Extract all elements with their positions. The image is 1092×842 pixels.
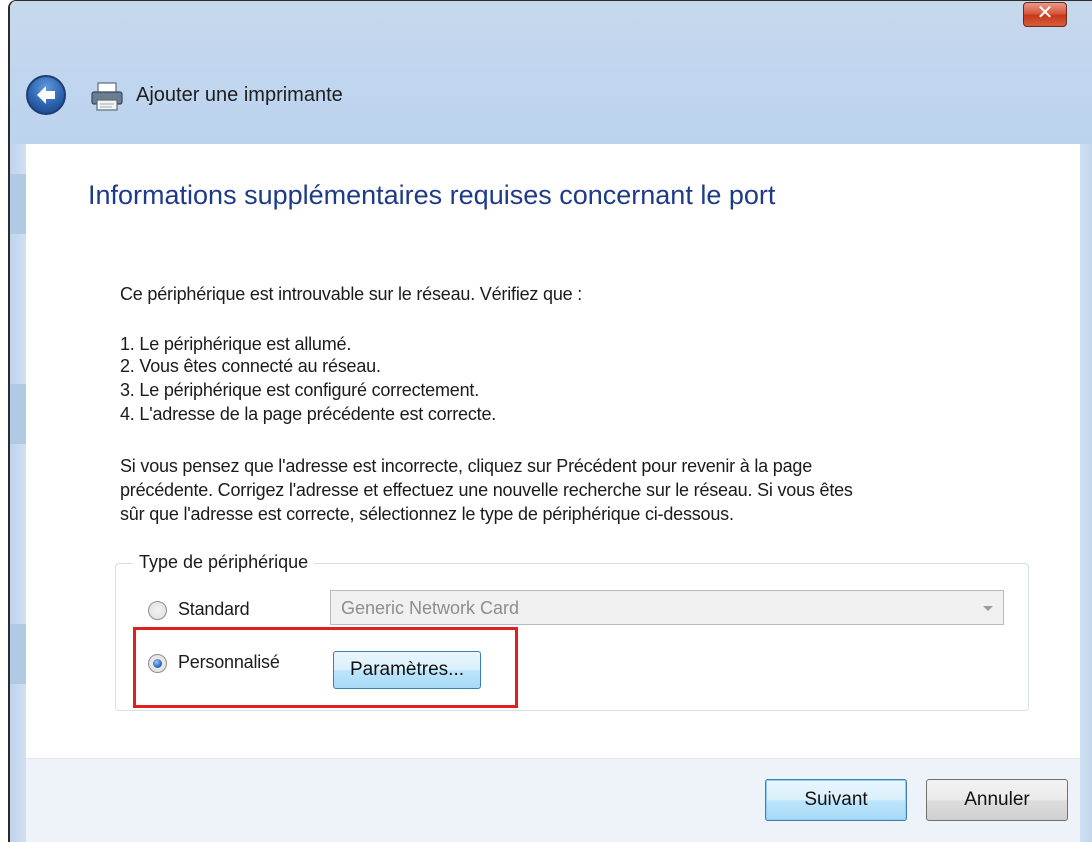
checklist-item: 1. Le périphérique est allumé. [120, 334, 352, 354]
back-arrow-icon [37, 86, 55, 104]
window-title: Ajouter une imprimante [136, 84, 343, 106]
standard-radio-label[interactable]: Standard [178, 599, 250, 620]
chevron-down-icon [983, 606, 993, 611]
intro-text: Ce périphérique est introuvable sur le r… [120, 284, 583, 304]
standard-device-select: Generic Network Card [330, 590, 1004, 625]
device-type-legend: Type de périphérique [133, 552, 315, 573]
page-heading: Informations supplémentaires requises co… [88, 180, 776, 210]
advice-text: précédente. Corrigez l'adresse et effect… [120, 480, 853, 500]
standard-radio[interactable] [148, 601, 167, 620]
checklist-item: 4. L'adresse de la page précédente est c… [120, 404, 497, 424]
checklist-item: 2. Vous êtes connecté au réseau. [120, 356, 381, 376]
checklist-item: 3. Le périphérique est configuré correct… [120, 380, 480, 400]
wizard-footer [26, 758, 1080, 842]
advice-text: Si vous pensez que l'adresse est incorre… [120, 456, 813, 476]
close-button[interactable]: ✕ [1023, 2, 1067, 27]
cancel-button[interactable]: Annuler [926, 779, 1068, 821]
window-right-frame [1080, 144, 1092, 842]
printer-icon [91, 82, 123, 111]
back-button[interactable] [26, 75, 66, 115]
advice-text: sûr que l'adresse est correcte, sélectio… [120, 504, 734, 524]
next-button[interactable]: Suivant [765, 779, 907, 821]
window-header [10, 1, 1092, 144]
standard-device-select-value: Generic Network Card [341, 598, 520, 618]
highlight-box [133, 627, 518, 708]
window-left-frame [10, 144, 26, 842]
close-icon: ✕ [1036, 2, 1054, 24]
